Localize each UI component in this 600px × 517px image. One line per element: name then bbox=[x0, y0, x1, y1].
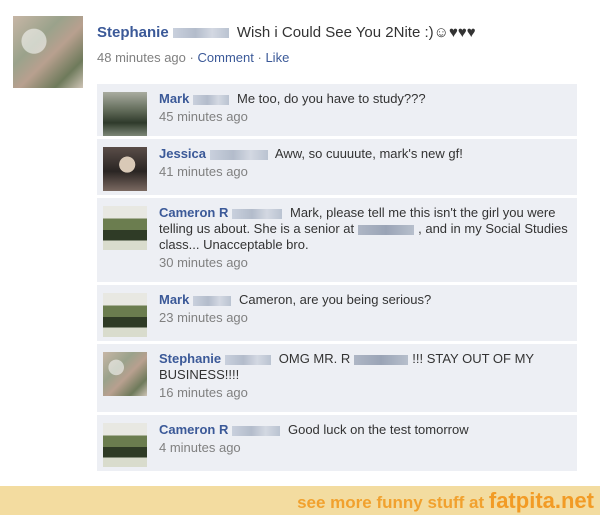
commenter-link[interactable]: Mark bbox=[159, 91, 189, 106]
redacted-surname bbox=[225, 354, 272, 365]
commenter-link[interactable]: Stephanie bbox=[159, 351, 221, 366]
redacted-name bbox=[354, 354, 409, 365]
comment-time: 30 minutes ago bbox=[159, 255, 248, 270]
avatar[interactable] bbox=[103, 92, 147, 136]
avatar[interactable] bbox=[103, 423, 147, 467]
avatar[interactable] bbox=[103, 352, 147, 396]
status-line: Stephanie Wish i Could See You 2Nite :)☺… bbox=[97, 24, 476, 41]
comment-item: Jessica Aww, so cuuuute, mark's new gf! … bbox=[97, 139, 577, 195]
watermark-site[interactable]: fatpita.net bbox=[489, 488, 594, 513]
avatar[interactable] bbox=[103, 206, 147, 250]
comment-item: Stephanie OMG MR. R!!! STAY OUT OF MY BU… bbox=[97, 344, 577, 412]
redacted-surname bbox=[193, 94, 230, 105]
avatar[interactable] bbox=[13, 16, 83, 88]
comment-time: 4 minutes ago bbox=[159, 440, 241, 455]
comment-text: Cameron, are you being serious? bbox=[238, 292, 432, 307]
comment-item: Cameron R Good luck on the test tomorrow… bbox=[97, 415, 577, 471]
comment-time: 23 minutes ago bbox=[159, 310, 248, 325]
like-link[interactable]: Like bbox=[265, 50, 289, 65]
timestamp: 48 minutes ago bbox=[97, 50, 186, 65]
comment-body: Stephanie OMG MR. R!!! STAY OUT OF MY BU… bbox=[159, 351, 569, 401]
avatar[interactable] bbox=[103, 293, 147, 337]
comment-body: Cameron R Mark, please tell me this isn'… bbox=[159, 205, 569, 271]
comment-text: Good luck on the test tomorrow bbox=[287, 422, 469, 437]
comment-item: Cameron R Mark, please tell me this isn'… bbox=[97, 198, 577, 282]
redacted-surname bbox=[210, 149, 268, 160]
comment-text: Aww, so cuuuute, mark's new gf! bbox=[274, 146, 463, 161]
comment-item: Mark Me too, do you have to study??? 45 … bbox=[97, 84, 577, 136]
comment-body: Jessica Aww, so cuuuute, mark's new gf! … bbox=[159, 146, 569, 180]
status-text: Wish i Could See You 2Nite :)☺♥♥♥ bbox=[236, 24, 476, 41]
comment-text: OMG MR. R bbox=[278, 351, 351, 366]
separator: · bbox=[257, 50, 262, 65]
separator: · bbox=[189, 50, 194, 65]
watermark-banner: see more funny stuff at fatpita.net bbox=[0, 486, 600, 515]
redacted-surname bbox=[193, 295, 232, 306]
comment-body: Mark Me too, do you have to study??? 45 … bbox=[159, 91, 569, 125]
redacted-school bbox=[358, 224, 415, 235]
redacted-surname bbox=[232, 208, 283, 219]
commenter-link[interactable]: Mark bbox=[159, 292, 189, 307]
comment-link[interactable]: Comment bbox=[198, 50, 254, 65]
commenter-link[interactable]: Cameron R bbox=[159, 205, 228, 220]
author-link[interactable]: Stephanie bbox=[97, 24, 169, 41]
comment-body: Mark Cameron, are you being serious? 23 … bbox=[159, 292, 569, 326]
avatar[interactable] bbox=[103, 147, 147, 191]
redacted-surname bbox=[172, 28, 229, 39]
watermark-text: see more funny stuff at fatpita.net bbox=[297, 486, 594, 515]
commenter-link[interactable]: Cameron R bbox=[159, 422, 228, 437]
comment-text: Me too, do you have to study??? bbox=[236, 91, 426, 106]
watermark-caption: see more funny stuff at bbox=[297, 493, 485, 512]
comment-time: 16 minutes ago bbox=[159, 385, 248, 400]
comment-item: Mark Cameron, are you being serious? 23 … bbox=[97, 285, 577, 341]
comment-body: Cameron R Good luck on the test tomorrow… bbox=[159, 422, 569, 456]
commenter-link[interactable]: Jessica bbox=[159, 146, 206, 161]
comment-time: 45 minutes ago bbox=[159, 109, 248, 124]
comment-time: 41 minutes ago bbox=[159, 164, 248, 179]
status-meta: 48 minutes ago · Comment · Like bbox=[97, 50, 289, 65]
redacted-surname bbox=[232, 425, 281, 436]
